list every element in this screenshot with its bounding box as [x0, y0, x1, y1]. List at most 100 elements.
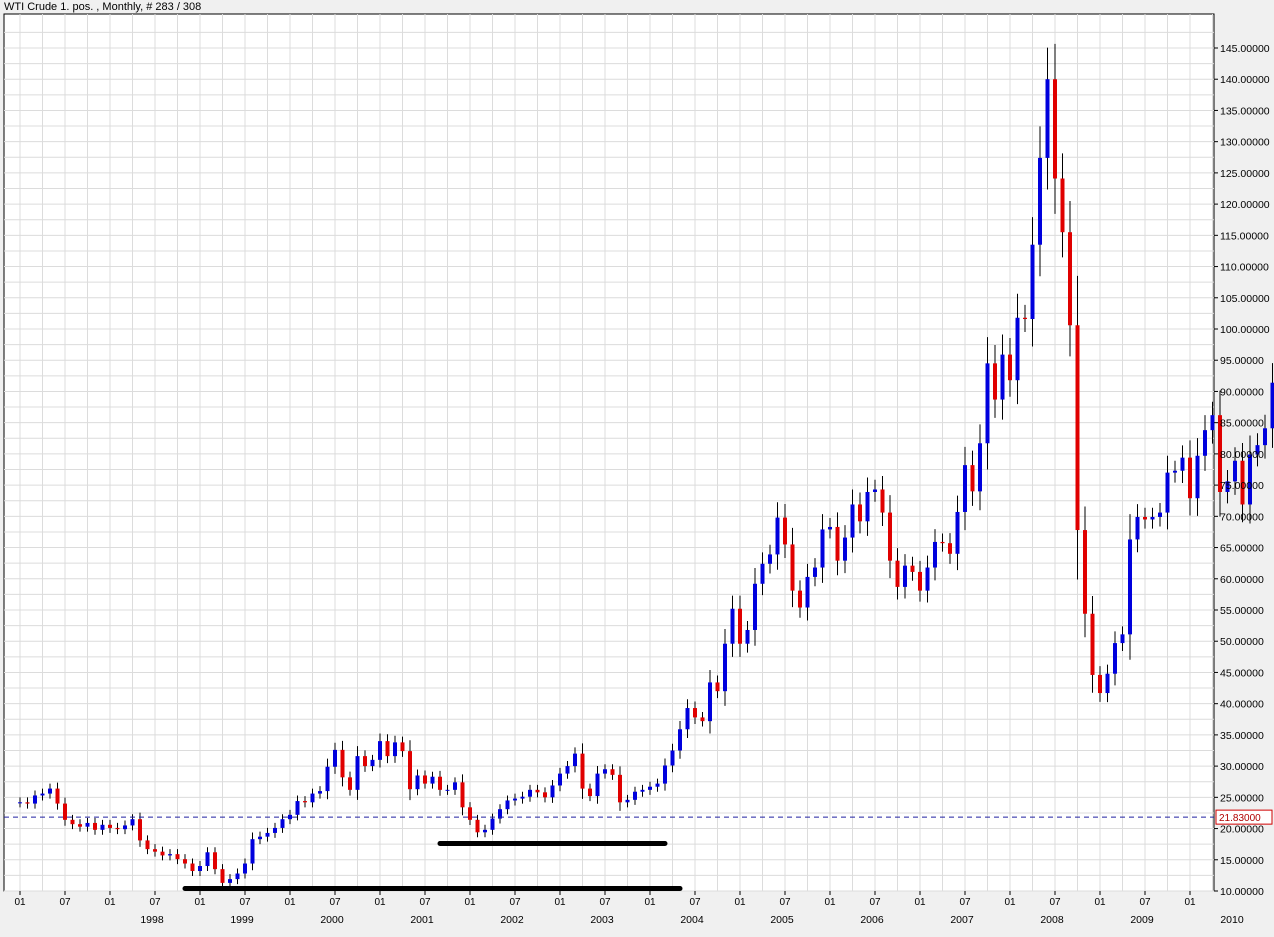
- x-month-label: 01: [1184, 897, 1196, 908]
- candle-body: [1173, 470, 1177, 473]
- x-month-label: 01: [464, 897, 476, 908]
- candle-body: [843, 537, 847, 561]
- candle-body: [1270, 382, 1274, 429]
- x-month-label: 07: [239, 897, 251, 908]
- y-tick-label: 140.00000: [1220, 74, 1270, 86]
- candle-body: [408, 751, 412, 790]
- x-year-label: 2003: [590, 914, 614, 926]
- candle-body: [168, 854, 172, 856]
- candle-body: [1068, 232, 1072, 326]
- candle-body: [640, 789, 645, 792]
- x-month-label: 07: [779, 897, 791, 908]
- candle-body: [693, 708, 697, 718]
- y-tick-label: 120.00000: [1220, 199, 1270, 211]
- candle-body: [355, 756, 360, 790]
- candle-body: [820, 529, 825, 568]
- candle-body: [1203, 430, 1207, 456]
- x-year-label: 2002: [500, 914, 524, 926]
- y-tick-label: 30.00000: [1220, 761, 1264, 773]
- candle-body: [130, 819, 135, 826]
- y-tick-label: 90.00000: [1220, 386, 1264, 398]
- x-month-label: 01: [14, 897, 26, 908]
- candle-body: [1038, 157, 1042, 245]
- x-month-label: 07: [1139, 897, 1151, 908]
- candle-body: [160, 851, 165, 856]
- x-year-label: 2000: [320, 914, 344, 926]
- x-year-label: 2004: [680, 914, 704, 926]
- candle-body: [385, 741, 390, 757]
- candle-body: [925, 567, 930, 591]
- candle-body: [685, 708, 690, 730]
- candle-body: [663, 765, 667, 784]
- candle-body: [363, 756, 367, 767]
- candle-body: [1120, 634, 1125, 644]
- candle-body: [415, 775, 420, 790]
- candle-body: [1105, 673, 1110, 694]
- candle-body: [565, 766, 570, 774]
- candle-body: [955, 511, 960, 554]
- candle-body: [475, 819, 480, 833]
- candle-body: [213, 852, 217, 870]
- x-month-label: 01: [1004, 897, 1016, 908]
- x-year-label: 1999: [230, 914, 254, 926]
- candle-body: [1098, 674, 1102, 694]
- candle-body: [460, 782, 465, 808]
- candle-body: [813, 567, 817, 577]
- candle-body: [580, 753, 585, 789]
- y-tick-label: 80.00000: [1220, 449, 1264, 461]
- candle-body: [1188, 457, 1192, 499]
- candle-body: [273, 827, 277, 833]
- y-tick-label: 15.00000: [1220, 855, 1264, 867]
- x-month-label: 01: [554, 897, 566, 908]
- candle-body: [1113, 643, 1117, 674]
- candle-body: [970, 465, 975, 492]
- x-year-label: 1998: [140, 914, 164, 926]
- candle-body: [48, 788, 52, 794]
- candle-body: [1075, 325, 1080, 531]
- x-year-label: 2008: [1040, 914, 1064, 926]
- candle-body: [595, 773, 600, 797]
- candle-body: [1233, 460, 1237, 482]
- x-year-label: 2001: [410, 914, 434, 926]
- candle-body: [220, 869, 225, 883]
- x-month-label: 01: [194, 897, 206, 908]
- y-tick-label: 130.00000: [1220, 137, 1270, 149]
- candle-body: [888, 512, 892, 561]
- candle-body: [340, 749, 345, 778]
- candle-body: [18, 802, 22, 804]
- candle-body: [1135, 516, 1140, 540]
- x-year-label: 2009: [1130, 914, 1154, 926]
- chart-title: WTI Crude 1. pos. , Monthly, # 283 / 308: [4, 1, 201, 13]
- candle-body: [175, 854, 180, 860]
- candle-body: [370, 759, 375, 767]
- x-month-label: 01: [734, 897, 746, 908]
- y-tick-label: 25.00000: [1220, 792, 1264, 804]
- candle-body: [1015, 317, 1020, 381]
- candle-body: [910, 565, 915, 572]
- candle-body: [78, 824, 82, 827]
- y-tick-label: 50.00000: [1220, 636, 1264, 648]
- candle-body: [993, 363, 997, 400]
- y-tick-label: 70.00000: [1220, 511, 1264, 523]
- candle-body: [333, 749, 337, 767]
- candle-body: [1045, 79, 1050, 158]
- candle-body: [1150, 516, 1155, 520]
- candle-body: [25, 802, 30, 804]
- candle-body: [348, 777, 352, 790]
- candle-body: [745, 629, 750, 644]
- candle-body: [63, 803, 67, 820]
- price-chart[interactable]: 21.83000 10.00000 15.00000 20.00000 25.0000…: [0, 0, 1274, 937]
- candle-body: [1060, 178, 1065, 233]
- candle-body: [1210, 415, 1215, 431]
- candle-body: [550, 785, 555, 798]
- candle-body: [70, 819, 75, 825]
- x-year-label: 2005: [770, 914, 794, 926]
- candle-body: [790, 544, 795, 591]
- x-month-label: 07: [419, 897, 431, 908]
- candle-body: [123, 825, 127, 830]
- candle-body: [520, 796, 525, 799]
- x-month-label: 07: [689, 897, 701, 908]
- candle-body: [295, 801, 300, 815]
- candle-body: [783, 517, 787, 545]
- candle-body: [798, 590, 802, 608]
